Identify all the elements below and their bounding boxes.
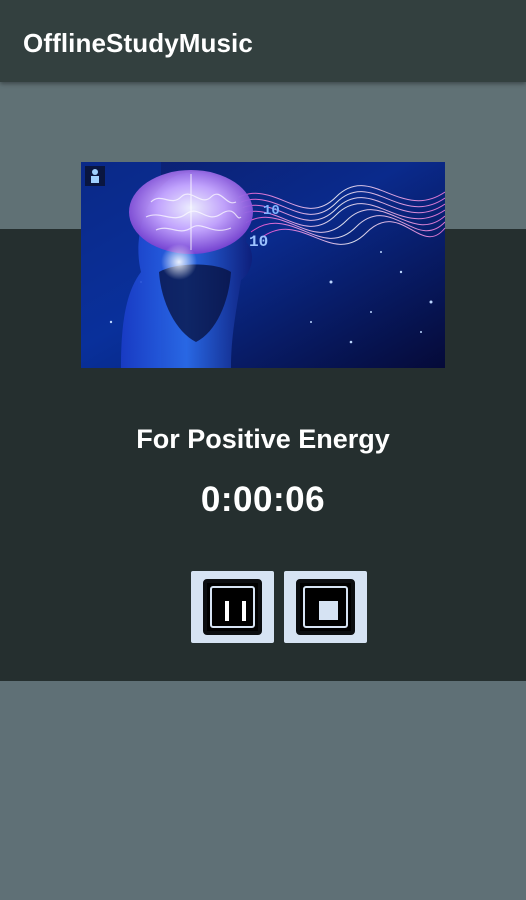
- track-title: For Positive Energy: [136, 424, 390, 454]
- stop-icon: [296, 579, 355, 635]
- album-cover-image: 10 10 10: [81, 162, 445, 368]
- elapsed-time: 0:00:06: [200, 480, 326, 519]
- app-bar: OfflineStudyMusic: [0, 0, 526, 82]
- pause-icon: [203, 579, 262, 635]
- footer-band: [0, 681, 526, 900]
- pause-button[interactable]: [191, 571, 274, 643]
- svg-text:10: 10: [249, 233, 268, 251]
- stop-button[interactable]: [284, 571, 367, 643]
- svg-text:10: 10: [263, 203, 280, 219]
- app-title: OfflineStudyMusic: [23, 28, 253, 58]
